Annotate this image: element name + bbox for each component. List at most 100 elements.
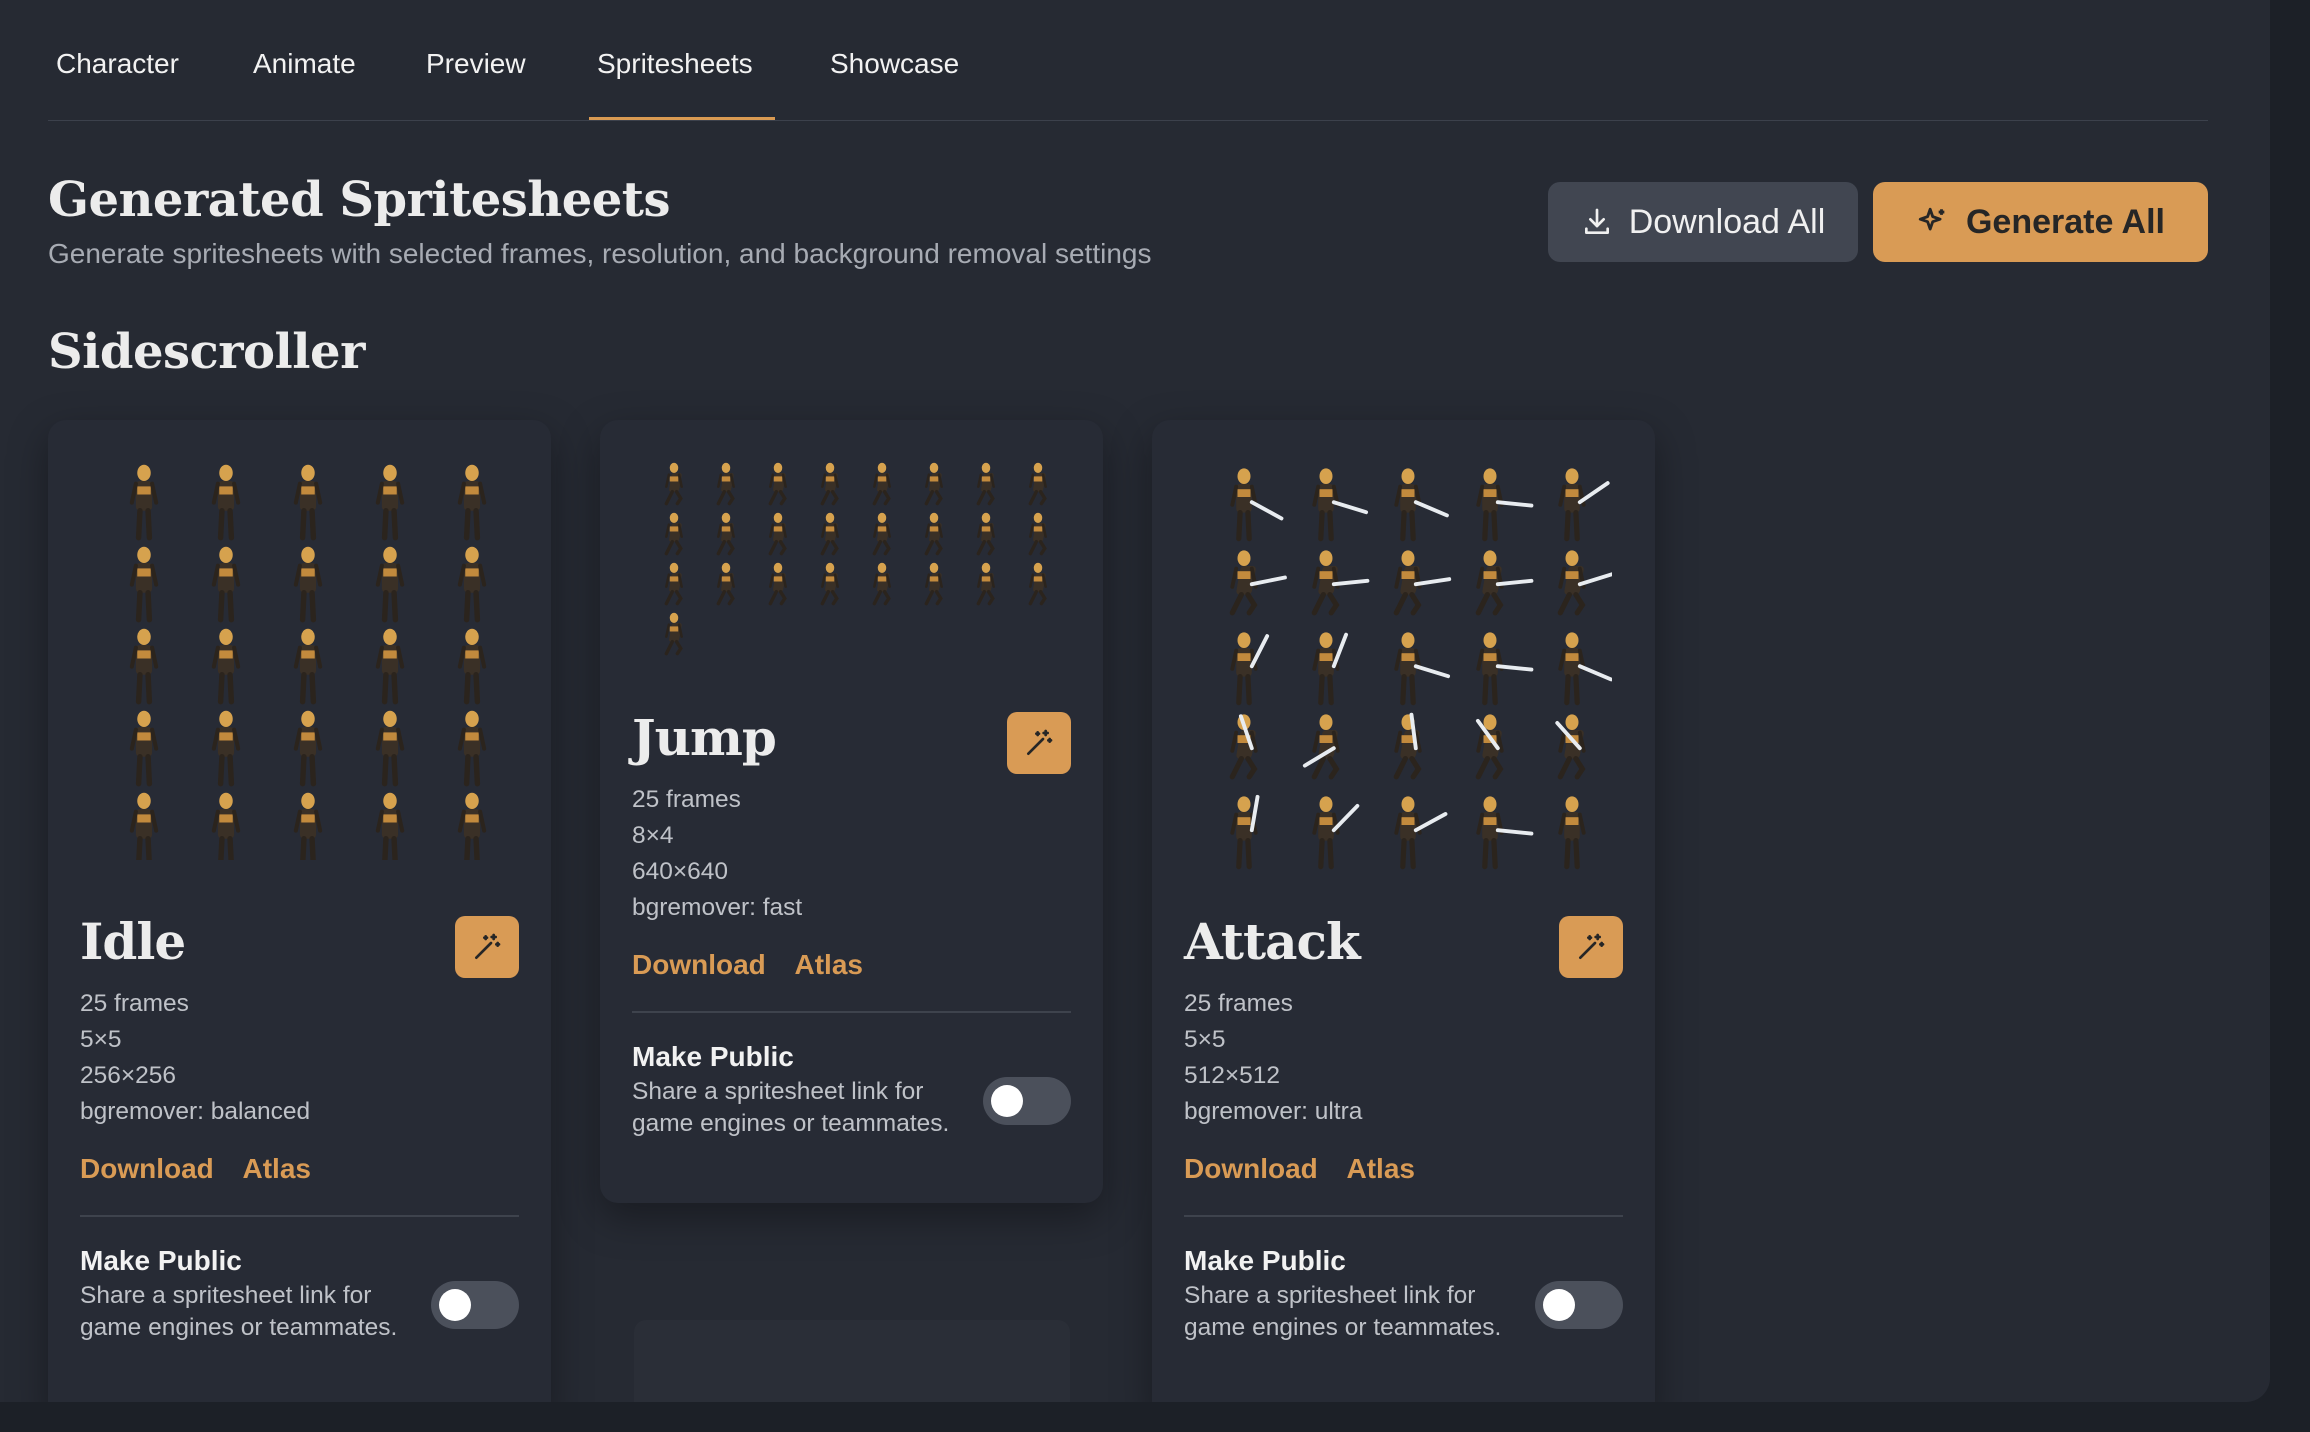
card-meta: 25 frames 5×5 512×512 bgremover: ultra [1184, 986, 1362, 1130]
sprite-frame [129, 546, 159, 623]
sprite-frame [924, 512, 943, 556]
sprite-frame [129, 710, 159, 787]
divider [80, 1215, 519, 1217]
spritesheet-card-jump: Jump 25 frames 8×4 640×640 bgremover: fa… [600, 420, 1103, 1203]
sprite-frame [1558, 632, 1612, 706]
spritesheet-card-attack: Attack 25 frames 5×5 512×512 bgremover: … [1152, 420, 1655, 1402]
frame-count: 25 frames [80, 990, 189, 1017]
sprite-frame [375, 792, 405, 860]
magic-wand-icon [475, 933, 501, 959]
spritesheet-preview-attack [1229, 468, 1612, 870]
sprite-frame [664, 562, 683, 606]
frame-count: 25 frames [1184, 990, 1293, 1017]
make-public-toggle[interactable] [983, 1077, 1071, 1125]
divider [632, 1011, 1071, 1013]
sprite-frame [872, 562, 891, 606]
make-public-description: Share a spritesheet link for game engine… [1184, 1282, 1502, 1341]
sprite-frame [716, 512, 735, 556]
card-title: Jump [632, 708, 777, 767]
tab-showcase[interactable]: Showcase [830, 48, 959, 80]
sprite-frame [293, 710, 323, 787]
sprite-frame [976, 562, 995, 606]
sprite-frame [1475, 714, 1504, 780]
make-public-toggle[interactable] [1535, 1281, 1623, 1329]
make-public-label: Make Public [80, 1245, 242, 1276]
download-all-label: Download All [1628, 202, 1826, 241]
bgremover-setting: bgremover: fast [632, 894, 803, 921]
sprite-frame [129, 792, 159, 860]
sprite-frame [1393, 712, 1422, 780]
divider [1184, 1215, 1623, 1217]
card-meta: 25 frames 5×5 256×256 bgremover: balance… [80, 986, 310, 1130]
spritesheet-preview-idle [129, 464, 487, 860]
sprite-frame [293, 464, 323, 541]
sprite-frame [924, 562, 943, 606]
tab-character[interactable]: Character [56, 48, 179, 80]
card-meta: 25 frames 8×4 640×640 bgremover: fast [632, 782, 802, 926]
sprite-frame [1558, 796, 1586, 870]
sprite-frame [211, 792, 241, 860]
resolution: 640×640 [632, 858, 729, 885]
section-title: Sidescroller [48, 324, 365, 380]
download-link[interactable]: Download [1184, 1153, 1318, 1184]
sprite-frame [1394, 468, 1449, 542]
sprite-frame [129, 628, 159, 705]
sprite-frame [211, 546, 241, 623]
sprite-frame [211, 710, 241, 787]
sprite-frame [820, 462, 839, 506]
page-title: Generated Spritesheets [48, 172, 671, 228]
regenerate-button[interactable] [455, 916, 519, 978]
grid-size: 8×4 [632, 822, 674, 849]
sprite-frame [457, 464, 487, 541]
sprite-frame [1476, 796, 1534, 870]
atlas-link[interactable]: Atlas [795, 949, 863, 980]
tab-animate[interactable]: Animate [253, 48, 356, 80]
card-placeholder [634, 1320, 1070, 1402]
regenerate-button[interactable] [1007, 712, 1071, 774]
sprite-frame [1230, 468, 1284, 542]
sprite-frame [1476, 468, 1534, 542]
active-tab-indicator [589, 117, 775, 120]
sprite-frame [872, 512, 891, 556]
regenerate-button[interactable] [1559, 916, 1623, 978]
sprite-frame [375, 464, 405, 541]
sprite-frame [820, 562, 839, 606]
atlas-link[interactable]: Atlas [243, 1153, 311, 1184]
spritesheets-panel: Character Animate Preview Spritesheets S… [0, 0, 2270, 1402]
tab-spritesheets[interactable]: Spritesheets [597, 48, 753, 80]
sprite-frame [1230, 632, 1270, 706]
sprite-frame [1028, 562, 1047, 606]
sprite-frame [872, 462, 891, 506]
make-public-toggle[interactable] [431, 1281, 519, 1329]
sprite-frame [457, 546, 487, 623]
sprite-frame [1312, 468, 1369, 542]
sprite-frame [457, 628, 487, 705]
sprite-frame [768, 512, 787, 556]
download-link[interactable]: Download [80, 1153, 214, 1184]
magic-wand-icon [1027, 729, 1053, 755]
sprite-frame [1555, 714, 1586, 780]
generate-all-button[interactable]: Generate All [1873, 182, 2208, 262]
sprite-frame [1312, 796, 1360, 870]
card-title: Attack [1184, 912, 1361, 971]
bgremover-setting: bgremover: ultra [1184, 1098, 1363, 1125]
tab-preview[interactable]: Preview [426, 48, 526, 80]
sprite-frame [1476, 632, 1534, 706]
atlas-link[interactable]: Atlas [1347, 1153, 1415, 1184]
download-all-button[interactable]: Download All [1548, 182, 1858, 262]
sprite-frame [1394, 632, 1451, 706]
sprite-frame [1312, 632, 1348, 706]
sprite-frame [924, 462, 943, 506]
make-public-description: Share a spritesheet link for game engine… [632, 1078, 950, 1137]
make-public-label: Make Public [1184, 1245, 1346, 1276]
sprite-frame [375, 628, 405, 705]
sprite-frame [457, 710, 487, 787]
tab-bar: Character Animate Preview Spritesheets S… [48, 0, 2208, 121]
sprite-frame [1229, 714, 1258, 780]
sprite-frame [129, 464, 159, 541]
download-link[interactable]: Download [632, 949, 766, 980]
sprite-frame [976, 512, 995, 556]
sprite-frame [976, 462, 995, 506]
sprite-frame [293, 628, 323, 705]
sprite-frame [1475, 550, 1534, 616]
